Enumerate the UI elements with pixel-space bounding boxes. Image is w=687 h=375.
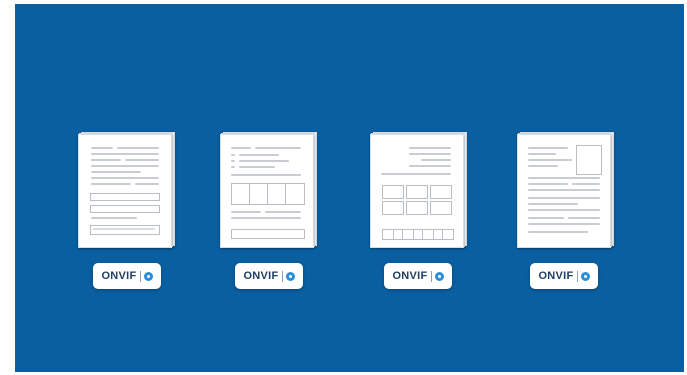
onvif-badge-2[interactable]: ONVIF <box>235 263 303 289</box>
onvif-logo-text: ONVIF <box>243 270 279 282</box>
badge-divider <box>430 270 432 282</box>
profile-circle-icon <box>285 271 295 281</box>
onvif-badge-1[interactable]: ONVIF <box>93 263 161 289</box>
badge-divider <box>139 270 141 282</box>
profile-circle-icon <box>143 271 153 281</box>
onvif-logo-text: ONVIF <box>538 270 574 282</box>
table-document-icon <box>220 132 317 248</box>
grid-document-icon <box>370 132 467 248</box>
form-document-icon <box>78 132 175 248</box>
onvif-logo-text: ONVIF <box>101 270 137 282</box>
profile-circle-icon <box>580 271 590 281</box>
image-document-icon <box>517 132 614 248</box>
profile-circle-icon <box>434 271 444 281</box>
onvif-logo-text: ONVIF <box>392 270 428 282</box>
badge-divider <box>281 270 283 282</box>
onvif-badge-3[interactable]: ONVIF <box>384 263 452 289</box>
badge-divider <box>576 270 578 282</box>
onvif-badge-4[interactable]: ONVIF <box>530 263 598 289</box>
slide-background: ONVIF ONVIF ONVIF ONVIF <box>15 4 684 372</box>
